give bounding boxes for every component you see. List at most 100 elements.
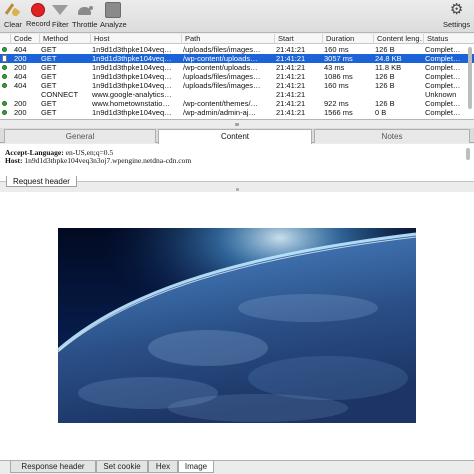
cell-start: 21:41:21 [276,63,306,72]
split-handle[interactable] [235,123,239,126]
table-row[interactable]: 404 GET 1n9d1d3thpke104veq… /uploads/files/… [0,81,474,90]
cell-size: 11.8 KB [375,63,402,72]
cell-duration: 160 ms [324,45,349,54]
funnel-icon [52,5,69,15]
column-header-duration[interactable]: Duration [322,34,374,44]
content-subtabs: Response header Set cookie Hex Image [0,460,474,474]
cell-method: GET [41,72,57,81]
cell-duration: 1566 ms [324,108,353,117]
tab-content[interactable]: Content [158,129,312,144]
column-header-method[interactable]: Method [39,34,91,44]
cell-host: www.hometownstatio… [92,99,170,108]
cell-status: Complet… [425,72,461,81]
turtle-icon [76,2,94,18]
cell-path: /wp-admin/admin-aj… [183,108,256,117]
cell-duration: 43 ms [324,63,345,72]
cell-method: GET [41,81,57,90]
tab-general[interactable]: General [4,129,156,143]
throttle-label: Throttle [72,20,98,29]
settings-button[interactable]: ⚙ Settings [443,1,470,30]
cell-size: 126 B [375,72,395,81]
cell-status: Unknown [425,90,457,99]
headers-scrollbar[interactable] [466,148,470,160]
cell-start: 21:41:21 [276,81,306,90]
toolbar: Clear Record Filter Throttle Analyze ⚙ S… [0,0,474,33]
cell-method: GET [41,99,57,108]
cell-start: 21:41:21 [276,72,306,81]
cell-host: 1n9d1d3thpke104veq… [92,81,172,90]
column-header-start[interactable]: Start [274,34,323,44]
cell-method: GET [41,108,57,117]
tab-response-header[interactable]: Response header [10,461,96,473]
status-dot-icon [2,101,7,106]
table-scrollbar[interactable] [467,45,473,119]
cell-path: /uploads/files/images… [183,72,261,81]
gear-icon: ⚙ [449,1,464,18]
cell-code: 200 [14,108,27,117]
cell-code: 200 [14,63,27,72]
split-handle[interactable] [236,188,239,191]
cell-duration [324,90,373,99]
table-row[interactable]: 200 GET www.hometownstatio… /wp-content/the… [0,99,474,108]
cell-size: 126 B [375,81,395,90]
clear-label: Clear [4,20,22,29]
cell-duration: 160 ms [324,81,349,90]
cell-status: Complet… [425,54,461,63]
cell-path: /wp-content/uploads… [183,54,258,63]
cell-duration: 3057 ms [324,54,353,63]
cell-code: 404 [14,45,27,54]
table-row[interactable]: 200 GET 1n9d1d3thpke104veq… /wp-content/upl… [0,63,474,72]
cell-host: 1n9d1d3thpke104veq… [92,108,172,117]
cell-host: 1n9d1d3thpke104veq… [92,45,172,54]
status-dot-icon [2,47,7,52]
cell-path [183,90,274,99]
cell-host: 1n9d1d3thpke104veq… [92,72,172,81]
cell-status: Complet… [425,45,461,54]
cell-code: 404 [14,81,27,90]
column-header-status[interactable]: Status [423,34,468,44]
throttle-button[interactable]: Throttle [72,2,97,29]
tab-notes[interactable]: Notes [314,129,470,143]
status-dot-icon [2,65,7,70]
table-row[interactable]: 200 GET 1n9d1d3thpke104veq… /wp-content/upl… [0,54,474,63]
cell-start: 21:41:21 [276,90,306,99]
tab-set-cookie[interactable]: Set cookie [96,461,148,473]
cell-status: Complet… [425,99,461,108]
cell-path: /wp-content/uploads… [183,63,258,72]
status-dot-icon [2,110,7,115]
document-icon [2,55,7,62]
analyze-button[interactable]: Analyze [100,2,127,29]
cell-start: 21:41:21 [276,99,306,108]
cell-code: 200 [14,54,27,63]
table-header: Code Method Host Path Start Duration Con… [0,34,474,44]
tab-hex[interactable]: Hex [148,461,178,473]
cell-code: 200 [14,99,27,108]
column-header-size[interactable]: Content leng… [373,34,424,44]
column-header-path[interactable]: Path [181,34,275,44]
record-icon [31,3,46,17]
table-row[interactable]: CONNECT www.google-analytics… 21:41:21 Unkn… [0,90,474,99]
request-table: Code Method Host Path Start Duration Con… [0,34,474,120]
cell-method: CONNECT [41,90,79,99]
scroll-thumb[interactable] [468,47,472,109]
status-dot-icon [2,83,7,88]
clear-button[interactable]: Clear [4,2,22,29]
header-value: 1n9d1d3thpke104veq3n3oj7.wpengine.netdna… [24,156,192,165]
table-row[interactable]: 404 GET 1n9d1d3thpke104veq… /uploads/files/… [0,45,474,54]
record-label: Record [26,19,51,28]
column-header-code[interactable]: Code [10,34,40,44]
tab-request-header[interactable]: Request header [6,176,77,187]
filter-button[interactable]: Filter [52,2,69,29]
tab-image[interactable]: Image [178,461,214,473]
cell-path: /uploads/files/images… [183,81,261,90]
table-row[interactable]: 404 GET 1n9d1d3thpke104veq… /uploads/files/… [0,72,474,81]
cell-status: Complet… [425,63,461,72]
status-dot-icon [2,74,7,79]
cell-method: GET [41,45,57,54]
cell-size: 24.8 KB [375,54,402,63]
analyze-label: Analyze [100,20,127,29]
table-row[interactable]: 200 GET 1n9d1d3thpke104veq… /wp-admin/admin… [0,108,474,117]
column-header-host[interactable]: Host [90,34,182,44]
record-button[interactable]: Record [26,2,50,28]
cell-status: Complet… [425,108,461,117]
